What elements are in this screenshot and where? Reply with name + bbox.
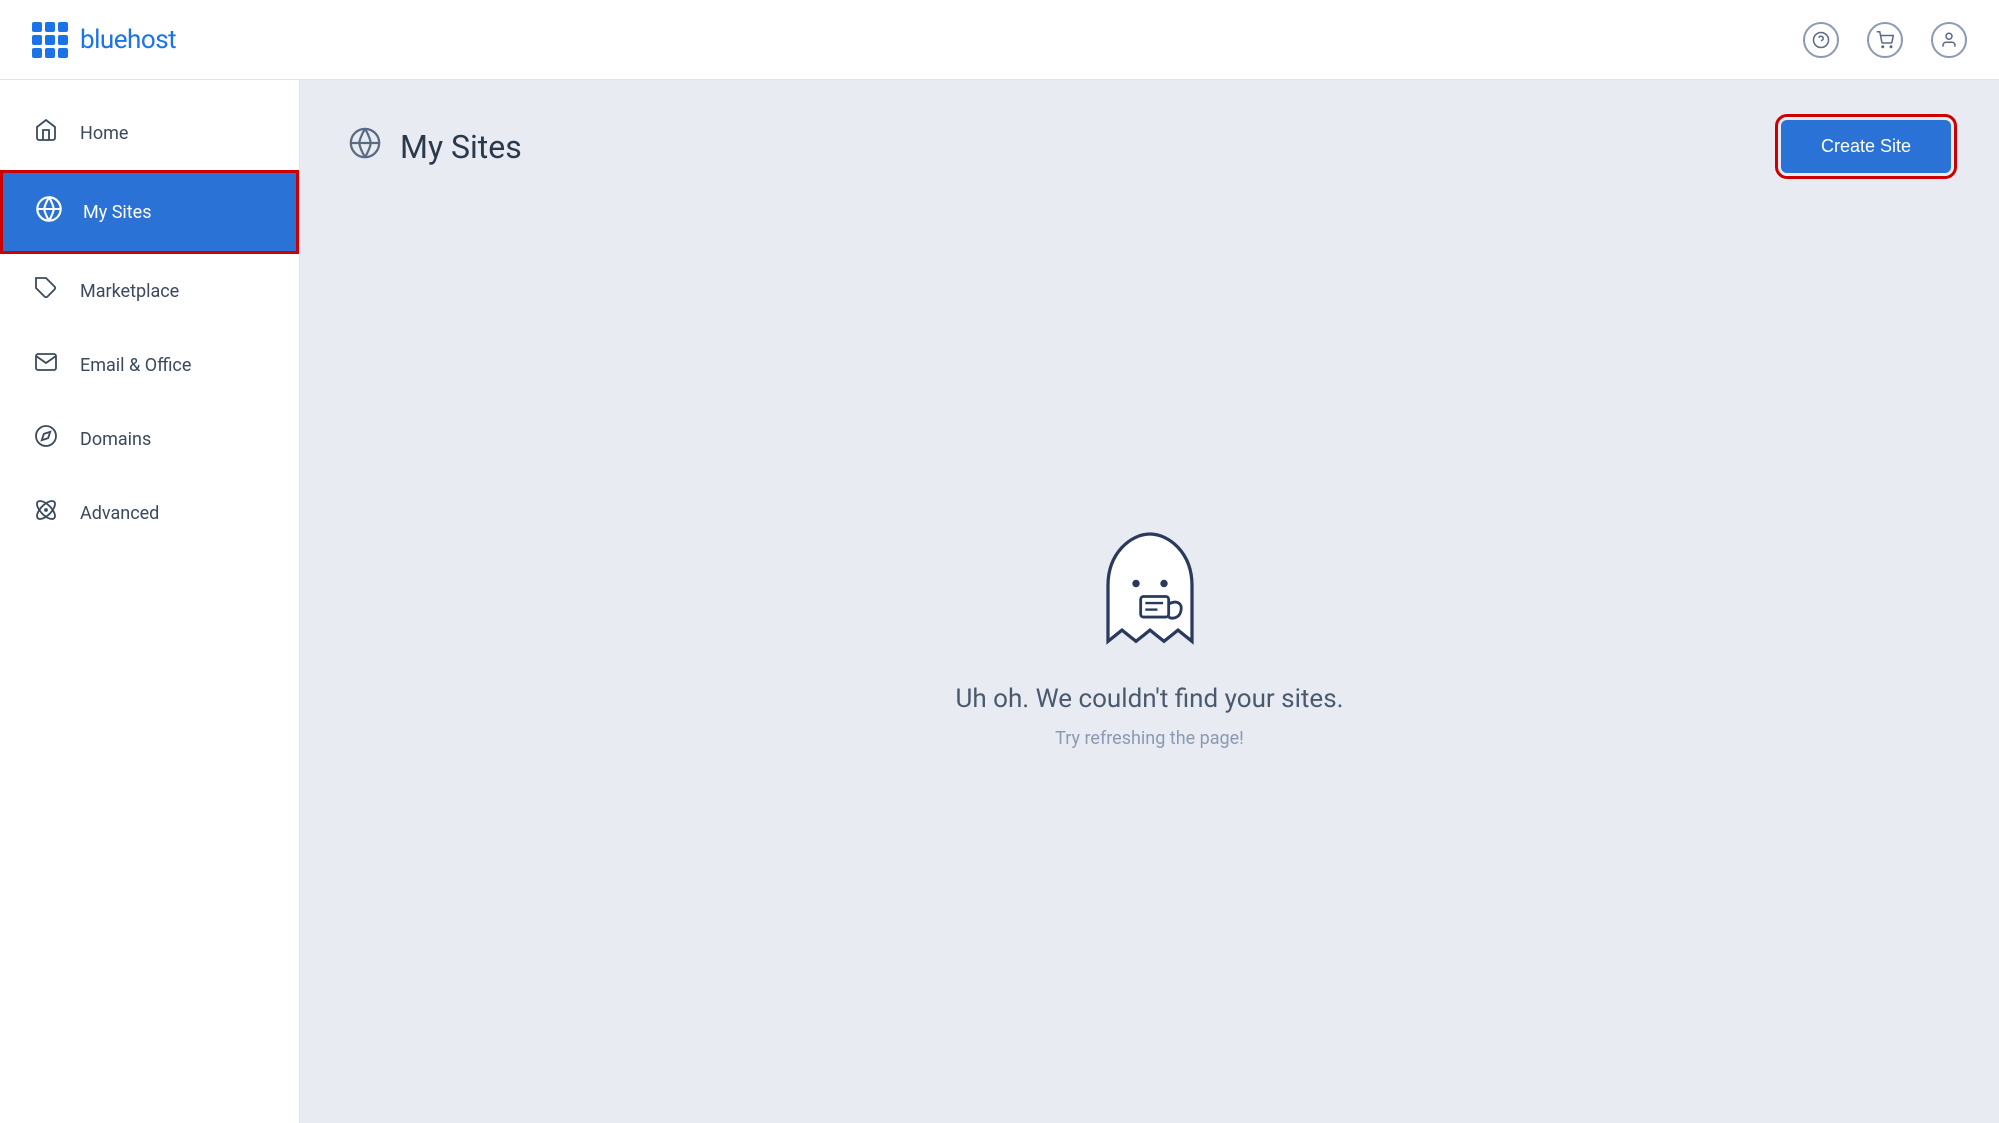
user-icon[interactable] xyxy=(1931,22,1967,58)
page-header: My Sites Create Site xyxy=(348,120,1951,173)
header: bluehost xyxy=(0,0,1999,80)
sidebar-item-my-sites[interactable]: My Sites xyxy=(0,170,299,254)
page-title: My Sites xyxy=(400,128,522,166)
header-actions xyxy=(1803,22,1967,58)
create-site-button[interactable]: Create Site xyxy=(1781,120,1951,173)
page-wordpress-icon xyxy=(348,126,382,167)
logo-grid-icon xyxy=(32,22,68,58)
sidebar-item-email-office[interactable]: Email & Office xyxy=(0,328,299,402)
empty-state-subtitle: Try refreshing the page! xyxy=(1055,728,1244,749)
wordpress-icon xyxy=(35,195,63,229)
home-icon xyxy=(32,118,60,148)
sidebar-label-home: Home xyxy=(80,123,128,144)
help-icon[interactable] xyxy=(1803,22,1839,58)
layout: Home My Sites xyxy=(0,80,1999,1123)
mail-icon xyxy=(32,350,60,380)
compass-icon xyxy=(32,424,60,454)
page-title-group: My Sites xyxy=(348,126,522,167)
sidebar-label-domains: Domains xyxy=(80,429,151,450)
ghost-illustration xyxy=(1085,520,1215,660)
sidebar-item-marketplace[interactable]: Marketplace xyxy=(0,254,299,328)
sidebar-item-home[interactable]: Home xyxy=(0,96,299,170)
sidebar-label-marketplace: Marketplace xyxy=(80,281,179,302)
empty-state: Uh oh. We couldn't find your sites. Try … xyxy=(348,213,1951,1056)
main-content: My Sites Create Site Uh oh. We couldn't … xyxy=(300,80,1999,1123)
logo[interactable]: bluehost xyxy=(32,22,176,58)
tag-icon xyxy=(32,276,60,306)
atom-icon xyxy=(32,498,60,528)
empty-state-title: Uh oh. We couldn't find your sites. xyxy=(955,684,1343,714)
sidebar-label-my-sites: My Sites xyxy=(83,202,151,223)
sidebar-label-email-office: Email & Office xyxy=(80,355,191,376)
sidebar-item-advanced[interactable]: Advanced xyxy=(0,476,299,550)
logo-text: bluehost xyxy=(80,25,176,55)
cart-icon[interactable] xyxy=(1867,22,1903,58)
sidebar-label-advanced: Advanced xyxy=(80,503,159,524)
sidebar: Home My Sites xyxy=(0,80,300,1123)
sidebar-item-domains[interactable]: Domains xyxy=(0,402,299,476)
